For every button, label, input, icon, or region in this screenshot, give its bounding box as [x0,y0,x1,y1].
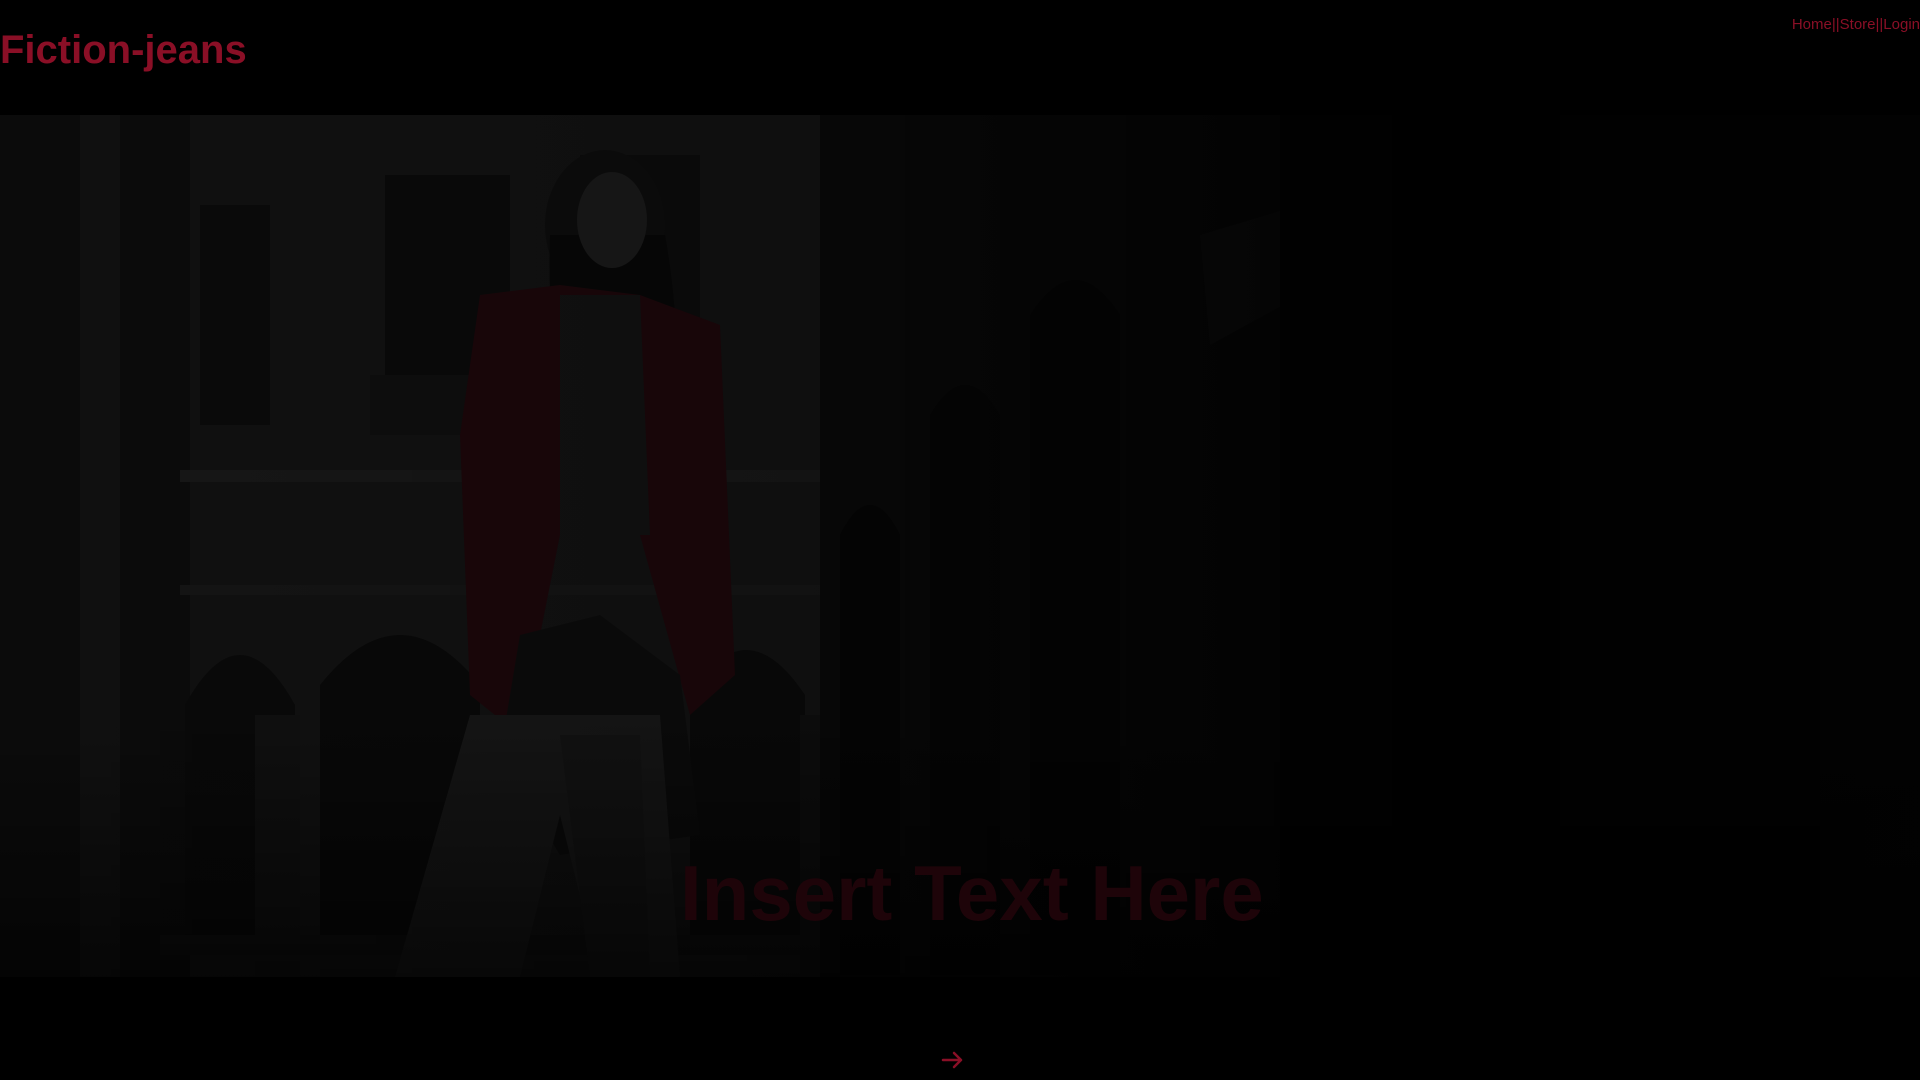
page: Fiction-jeans Home||Store||Login Insert … [0,0,1920,1080]
hero-caption: Insert Text Here [680,849,1264,937]
nav-separator: || [1831,16,1840,33]
nav-home-link[interactable]: Home [1792,16,1832,33]
site-logo[interactable]: Fiction-jeans [0,24,247,76]
nav-store-link[interactable]: Store [1840,16,1876,33]
nav-login-link[interactable]: Login [1883,16,1920,33]
arrow-right-icon [941,1051,963,1069]
slider-next-button[interactable] [940,1048,966,1072]
top-nav: Home||Store||Login [1792,16,1920,34]
